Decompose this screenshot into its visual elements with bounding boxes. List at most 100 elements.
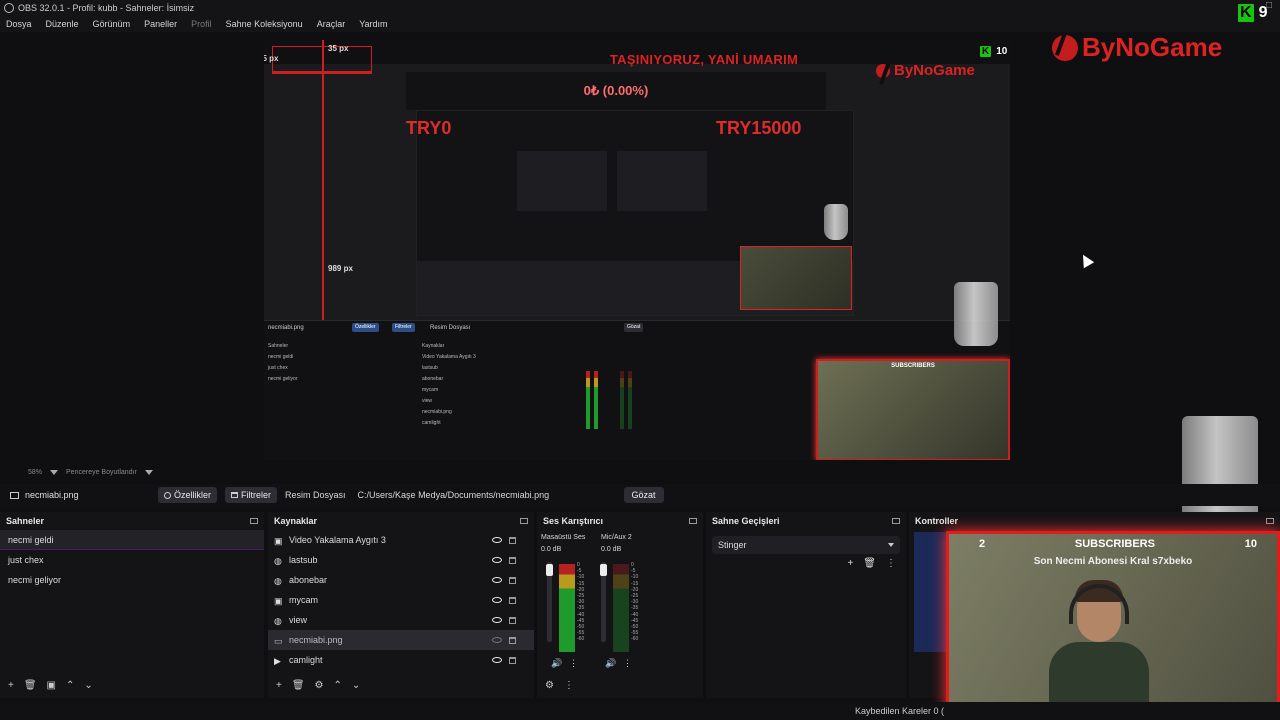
nested-obs-docks: necmiabi.png Özellikler Filtreler Resim …: [264, 320, 1010, 460]
bynogame-icon: [876, 63, 890, 78]
undock-icon[interactable]: [520, 518, 528, 524]
goal-end-label: TRY15000: [716, 118, 802, 138]
gear-icon: [164, 491, 171, 499]
eye-icon[interactable]: [492, 577, 502, 583]
preview-area: 35 px 35 px 989 px TAŞINIYORUZ, YANİ UMA…: [0, 4, 1280, 466]
dropped-frames: Kaybedilen Kareler 0 (: [854, 706, 944, 716]
volume-fader[interactable]: [546, 562, 553, 642]
menu-docks[interactable]: Paneller: [144, 19, 177, 29]
lock-icon[interactable]: [509, 596, 516, 604]
trash-icon[interactable]: 🗑: [292, 680, 305, 691]
scene-item[interactable]: necmi geldi: [0, 530, 264, 550]
chevron-down-icon[interactable]: [144, 469, 153, 475]
arrow-up-icon[interactable]: ⌃: [66, 680, 74, 691]
status-bar: Kaybedilen Kareler 0 (: [0, 702, 1280, 720]
add-icon[interactable]: +: [847, 558, 853, 569]
arrow-down-icon[interactable]: ⌄: [352, 680, 360, 691]
preview-bynogame-logo: ByNoGame: [876, 62, 975, 79]
channel-name: Mic/Aux 2: [601, 534, 632, 541]
volume-fader[interactable]: [600, 562, 607, 642]
lock-icon[interactable]: [509, 556, 516, 564]
gear-icon[interactable]: ⚙: [545, 680, 554, 691]
arrow-up-icon[interactable]: ⌃: [334, 680, 342, 691]
webcam-overlay: 2 SUBSCRIBERS 10 Son Necmi Abonesi Kral …: [946, 531, 1280, 720]
add-icon[interactable]: +: [8, 680, 14, 691]
speaker-icon[interactable]: 🔊: [605, 658, 616, 669]
filters-button[interactable]: Filtreler: [225, 487, 278, 503]
source-item[interactable]: ◍ abonebar: [268, 570, 534, 590]
source-item[interactable]: ▣ mycam: [268, 590, 534, 610]
window-title: OBS 32.0.1 - Profil: kubb - Sahneler: İs…: [18, 3, 195, 13]
program-preview[interactable]: 35 px 35 px 989 px TAŞINIYORUZ, YANİ UMA…: [264, 40, 1010, 460]
kebab-menu-icon[interactable]: ⋮: [564, 680, 574, 691]
selected-source: necmiabi.png: [10, 490, 150, 500]
lock-icon[interactable]: [509, 616, 516, 624]
eye-icon[interactable]: [492, 617, 502, 623]
sub-count-right: 10: [1244, 538, 1257, 550]
lock-icon[interactable]: [509, 576, 516, 584]
lock-icon[interactable]: [509, 636, 516, 644]
db-scale: 0 -5 -10 -15 -20 -25 -30 -35 -40 -45 -50 -55 -60: [577, 562, 585, 643]
transition-select[interactable]: Stinger: [712, 536, 900, 554]
kick-icon: K: [1238, 4, 1254, 22]
arrow-down-icon[interactable]: ⌄: [84, 680, 92, 691]
trash-icon[interactable]: 🗑: [24, 680, 37, 691]
undock-icon[interactable]: [250, 518, 258, 524]
fader-knob[interactable]: [600, 564, 607, 576]
fader-knob[interactable]: [546, 564, 553, 576]
kebab-menu-icon[interactable]: ⋮: [886, 558, 896, 569]
image-file-label: Resim Dosyası: [285, 490, 346, 500]
image-icon: ▭: [274, 635, 283, 646]
source-item[interactable]: ◍ view: [268, 610, 534, 630]
db-scale: 0 -5 -10 -15 -20 -25 -30 -35 -40 -45 -50 -55 -60: [631, 562, 639, 643]
preview-kick-counter: K 10: [980, 46, 1008, 57]
menu-edit[interactable]: Düzenle: [46, 19, 79, 29]
audio-meter: [613, 564, 621, 652]
menu-view[interactable]: Görünüm: [93, 19, 131, 29]
chevron-down-icon[interactable]: [50, 469, 59, 475]
gear-icon[interactable]: ⚙: [315, 680, 324, 691]
menu-profile[interactable]: Profil: [191, 19, 212, 29]
undock-icon[interactable]: [1266, 518, 1274, 524]
filter-icon[interactable]: ▣: [47, 680, 56, 691]
source-item[interactable]: ◍ lastsub: [268, 550, 534, 570]
obs-logo-icon: [4, 3, 14, 13]
trash-icon[interactable]: 🗑: [863, 558, 876, 569]
camera-icon: ▣: [274, 535, 283, 546]
eye-icon[interactable]: [492, 657, 502, 663]
kebab-menu-icon[interactable]: ⋮: [569, 658, 578, 669]
nested-webcam: [740, 246, 852, 310]
globe-icon: ◍: [274, 555, 282, 566]
fit-to-window-label[interactable]: Pencereye Boyutlandır: [66, 469, 137, 476]
globe-icon: ◍: [274, 615, 282, 626]
menu-help[interactable]: Yardım: [359, 19, 387, 29]
properties-button[interactable]: Özellikler: [158, 487, 218, 503]
lock-icon[interactable]: [509, 536, 516, 544]
menu-scene-collection[interactable]: Sahne Koleksiyonu: [226, 19, 303, 29]
lock-icon[interactable]: [509, 656, 516, 664]
source-item[interactable]: ▣ Video Yakalama Aygıtı 3: [268, 530, 534, 550]
browse-button[interactable]: Gözat: [623, 487, 664, 503]
transitions-dock: Sahne Geçişleri Stinger + 🗑 ⋮: [706, 512, 906, 698]
speaker-icon[interactable]: 🔊: [551, 658, 562, 669]
scene-item[interactable]: just chex: [0, 550, 264, 570]
controls-buttons[interactable]: [914, 532, 946, 652]
scene-item[interactable]: necmi geliyor: [0, 570, 264, 590]
zoom-level[interactable]: 58%: [28, 469, 42, 476]
menu-tools[interactable]: Araçlar: [317, 19, 346, 29]
px-label-mid: 989 px: [328, 264, 353, 273]
undock-icon[interactable]: [689, 518, 697, 524]
chevron-down-icon: [888, 543, 894, 547]
undock-icon[interactable]: [892, 518, 900, 524]
source-item[interactable]: ▶ camlight: [268, 650, 534, 670]
menu-file[interactable]: Dosya: [6, 19, 32, 29]
eye-icon[interactable]: [492, 597, 502, 603]
file-path-field[interactable]: C:/Users/Kaşe Medya/Documents/necmiabi.p…: [353, 487, 616, 503]
source-item-selected[interactable]: ▭ necmiabi.png: [268, 630, 534, 650]
zoom-bar: 58% Pencereye Boyutlandır: [0, 466, 1280, 478]
eye-hidden-icon[interactable]: [492, 637, 502, 643]
kebab-menu-icon[interactable]: ⋮: [623, 658, 632, 669]
eye-icon[interactable]: [492, 557, 502, 563]
eye-icon[interactable]: [492, 537, 502, 543]
add-icon[interactable]: +: [276, 680, 282, 691]
